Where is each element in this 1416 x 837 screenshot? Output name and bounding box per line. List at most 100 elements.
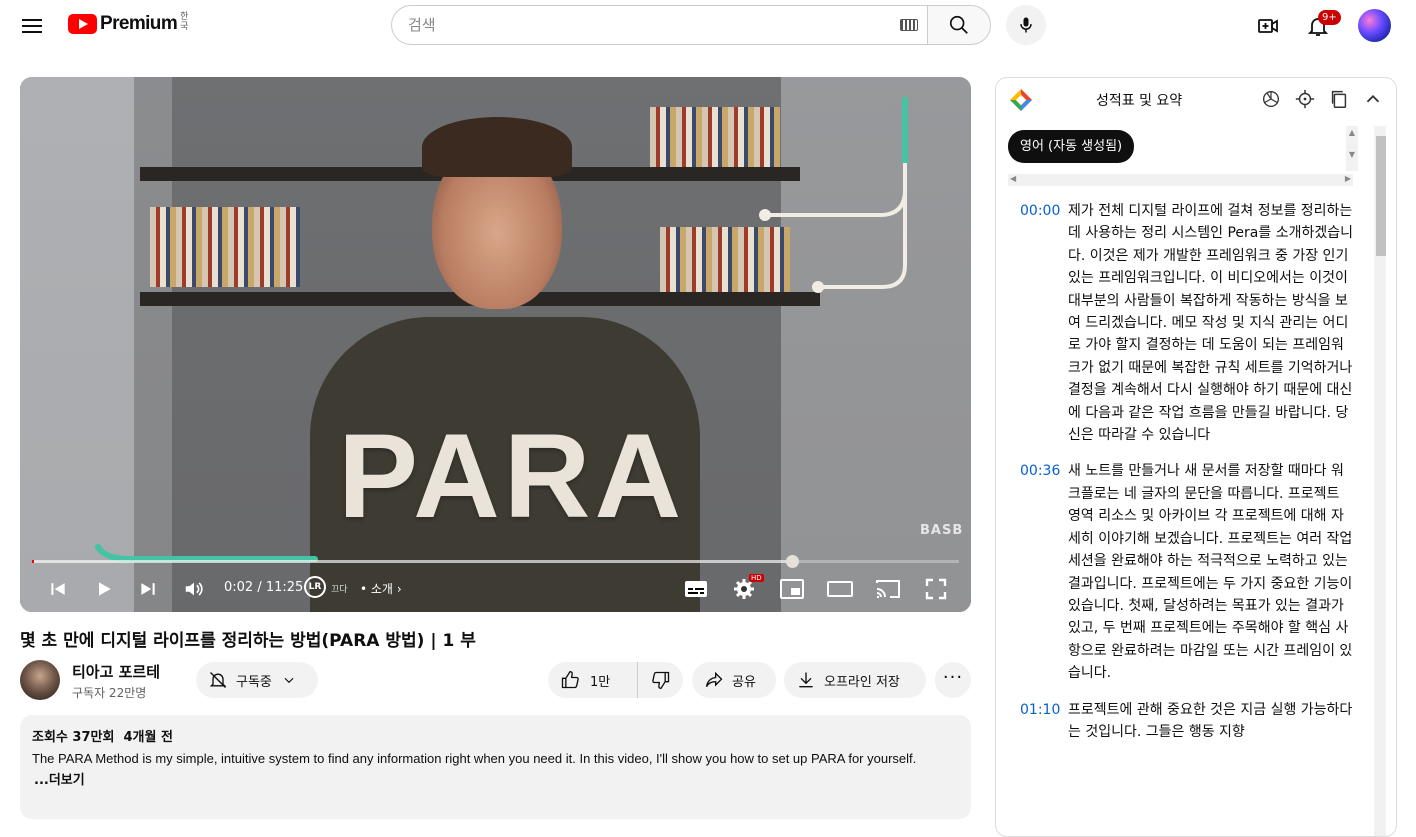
timestamp-link[interactable]: 00:36 xyxy=(1008,460,1068,684)
volume-icon xyxy=(185,582,203,596)
transcript-entry[interactable]: 00:00 제가 전체 디지털 라이프에 걸쳐 정보를 정리하는 데 사용하는 … xyxy=(1008,200,1358,446)
search-button[interactable] xyxy=(927,5,991,45)
channel-avatar[interactable] xyxy=(20,660,60,700)
share-button[interactable]: 공유 xyxy=(692,662,776,698)
subscribed-label: 구독중 xyxy=(236,674,272,690)
region-label: 한국 xyxy=(180,12,189,32)
download-label: 오프라인 저장 xyxy=(824,674,900,690)
play-button[interactable] xyxy=(90,569,118,609)
subtitles-button[interactable] xyxy=(682,569,710,609)
next-button[interactable] xyxy=(134,569,162,609)
share-label: 공유 xyxy=(732,674,756,690)
more-actions-button[interactable]: ··· xyxy=(935,662,971,698)
scroll-up-icon: ▲ xyxy=(1348,128,1356,137)
fullscreen-button[interactable] xyxy=(922,569,950,609)
panel-title: 성적표 및 요약 xyxy=(1096,93,1183,109)
bookshelf-books xyxy=(150,207,300,287)
chevron-up-icon[interactable] xyxy=(1362,88,1384,110)
cast-icon xyxy=(876,580,900,598)
account-avatar[interactable] xyxy=(1358,9,1391,42)
menu-icon[interactable] xyxy=(18,12,46,40)
create-button[interactable] xyxy=(1252,10,1284,42)
presenter-hair xyxy=(422,117,572,177)
extension-logo-icon xyxy=(1010,89,1032,111)
youtube-logo-icon xyxy=(68,14,97,34)
crosshair-icon[interactable] xyxy=(1294,88,1316,110)
progress-played xyxy=(32,560,34,563)
language-chip[interactable]: 영어 (자동 생성됨) xyxy=(1008,130,1135,163)
scroll-down-icon: ▼ xyxy=(1348,150,1356,159)
previous-icon xyxy=(51,583,65,595)
brand-name: Premium xyxy=(100,13,178,34)
chevron-down-icon xyxy=(284,677,294,684)
settings-button[interactable]: HD xyxy=(730,569,764,609)
transcript-entries: 00:00 제가 전체 디지털 라이프에 걸쳐 정보를 정리하는 데 사용하는 … xyxy=(1008,200,1358,757)
video-add-icon xyxy=(1258,19,1278,33)
share-icon xyxy=(705,671,723,687)
keyboard-icon[interactable] xyxy=(900,19,918,31)
like-button[interactable]: 1만 xyxy=(548,662,638,698)
video-player[interactable]: PARA BASB 0:02 / 11:25 LR 끄다 • 소개 › HD xyxy=(20,77,971,612)
time-display: 0:02 / 11:25 xyxy=(224,580,304,595)
download-icon xyxy=(799,672,813,688)
dislike-button[interactable] xyxy=(638,662,683,698)
description-text: The PARA Method is my simple, intuitive … xyxy=(32,751,917,766)
transcript-text: 프로젝트에 관해 중요한 것은 지금 실행 가능하다는 것입니다. 그들은 행동… xyxy=(1068,701,1353,740)
subscribed-button[interactable]: 구독중 xyxy=(196,662,318,698)
para-overlay-text: PARA xyxy=(338,409,686,543)
search-icon xyxy=(949,15,968,34)
cast-button[interactable] xyxy=(874,569,902,609)
theater-mode-button[interactable] xyxy=(826,569,854,609)
previous-button[interactable] xyxy=(44,569,72,609)
chapter-logo-icon: LR xyxy=(304,576,326,598)
chapter-label: • 소개 xyxy=(360,582,393,596)
progress-buffered xyxy=(32,560,793,563)
bell-off-icon xyxy=(209,672,227,688)
timestamp-link[interactable]: 00:00 xyxy=(1008,200,1068,446)
scroll-left-icon: ◀ xyxy=(1010,174,1017,183)
transcript-entry[interactable]: 00:36 새 노트를 만들거나 새 문서를 저장할 때마다 워크플로는 네 글… xyxy=(1008,460,1358,684)
search-input[interactable] xyxy=(408,16,878,34)
volume-button[interactable] xyxy=(180,569,208,609)
next-icon xyxy=(141,583,155,595)
miniplayer-button[interactable] xyxy=(778,569,806,609)
scroll-right-icon: ▶ xyxy=(1344,174,1351,183)
player-controls: 0:02 / 11:25 LR 끄다 • 소개 › HD xyxy=(20,569,971,609)
panel-header: 성적표 및 요약 xyxy=(996,78,1396,120)
view-meta: 조회수 37만회 4개월 전 xyxy=(32,726,959,745)
scrollbar-thumb[interactable] xyxy=(1376,136,1386,256)
channel-name[interactable]: 티아고 포르테 xyxy=(72,661,160,682)
description-box[interactable]: 조회수 37만회 4개월 전 The PARA Method is my sim… xyxy=(20,715,971,819)
chapter-title[interactable]: • 소개 › xyxy=(360,580,402,597)
timestamp-link[interactable]: 01:10 xyxy=(1008,699,1068,744)
video-title: 몇 초 만에 디지털 라이프를 정리하는 방법(PARA 방법) | 1 부 xyxy=(20,631,476,651)
view-count: 조회수 37만회 xyxy=(32,730,115,745)
top-bar: Premium 한국 9+ xyxy=(0,0,1416,52)
transcript-panel: 성적표 및 요약 영어 (자동 생성됨) ▲ ▼ ◀ ▶ 00:00 제가 전체 … xyxy=(995,77,1397,837)
watermark: BASB xyxy=(920,523,964,538)
like-dislike-group: 1만 xyxy=(548,662,683,698)
chapter-prefix: 끄다 xyxy=(331,585,348,595)
vertical-scrollbar[interactable] xyxy=(1374,126,1386,836)
thumbs-down-icon xyxy=(651,671,669,690)
upload-age: 4개월 전 xyxy=(123,730,173,745)
transcript-text: 새 노트를 만들거나 새 문서를 저장할 때마다 워크플로는 네 글자의 문단을… xyxy=(1068,463,1353,682)
voice-search-button[interactable] xyxy=(1006,5,1046,45)
thumbs-up-icon xyxy=(561,670,579,689)
decorative-lines xyxy=(759,97,908,293)
theater-icon xyxy=(827,581,853,597)
subscriber-count: 구독자 22만명 xyxy=(72,686,147,700)
inner-scroll-arrows[interactable]: ▲ ▼ xyxy=(1346,126,1358,171)
youtube-premium-logo[interactable]: Premium 한국 xyxy=(68,12,190,35)
show-more-link[interactable]: ...더보기 xyxy=(34,769,959,788)
transcript-entry[interactable]: 01:10 프로젝트에 관해 중요한 것은 지금 실행 가능하다는 것입니다. … xyxy=(1008,699,1358,744)
fullscreen-icon xyxy=(925,578,947,600)
horizontal-scrollbar[interactable]: ◀ ▶ xyxy=(1008,174,1353,186)
like-count: 1만 xyxy=(590,674,611,690)
download-button[interactable]: 오프라인 저장 xyxy=(784,662,926,698)
subtitles-icon xyxy=(685,581,707,597)
copy-icon[interactable] xyxy=(1328,88,1350,110)
notification-badge: 9+ xyxy=(1318,10,1341,25)
openai-icon[interactable] xyxy=(1260,88,1282,110)
miniplayer-icon xyxy=(780,579,804,599)
